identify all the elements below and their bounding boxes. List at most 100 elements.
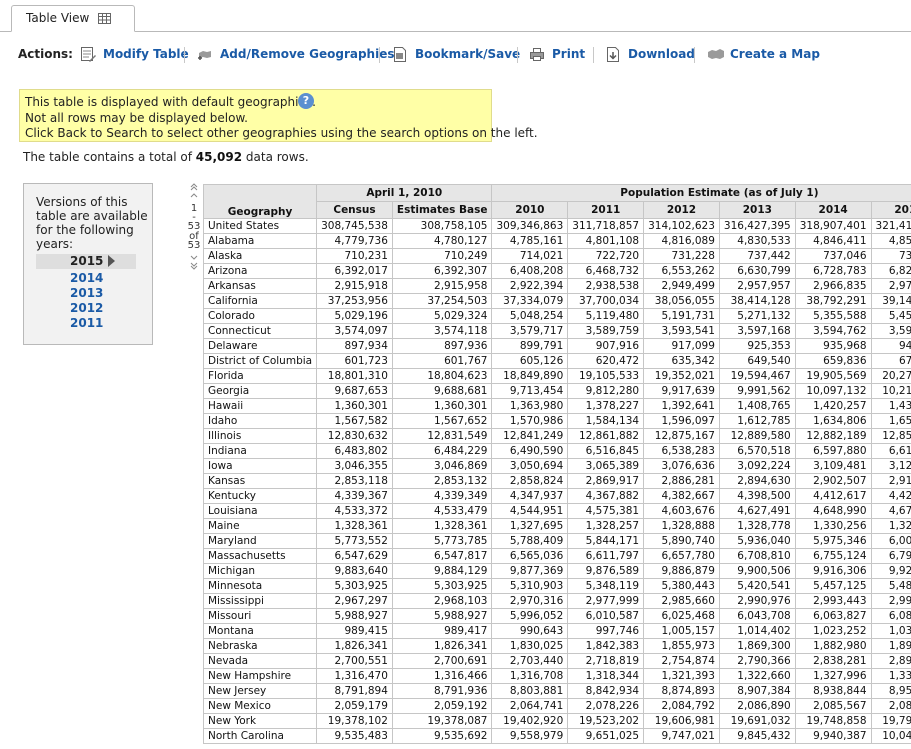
- value-cell: 6,794,422: [870, 548, 911, 564]
- default-geographies-notice: This table is displayed with default geo…: [19, 89, 538, 142]
- value-cell: 12,875,167: [643, 428, 720, 444]
- geography-cell: Delaware: [202, 338, 318, 354]
- value-cell: 1,634,806: [794, 413, 872, 429]
- value-cell: 5,380,443: [643, 578, 720, 594]
- value-cell: 649,540: [718, 353, 796, 369]
- value-cell: 672,228: [870, 353, 911, 369]
- value-cell: 2,838,281: [794, 653, 872, 669]
- value-cell: 620,472: [567, 353, 645, 369]
- bookmark-icon: [394, 47, 406, 62]
- value-cell: 1,316,466: [391, 668, 493, 684]
- value-cell: 9,886,879: [643, 563, 720, 579]
- value-cell: 3,092,224: [718, 458, 796, 474]
- geography-cell: Montana: [202, 623, 318, 639]
- value-cell: 12,830,632: [316, 428, 393, 444]
- bookmark-save-label: Bookmark/Save: [415, 47, 521, 61]
- value-cell: 1,882,980: [794, 638, 872, 654]
- tab-label: Table View: [26, 11, 90, 25]
- geography-cell: Alabama: [202, 233, 318, 249]
- value-cell: 3,589,759: [567, 323, 645, 339]
- year-link-2013[interactable]: 2013: [70, 286, 103, 300]
- geography-cell: Mississippi: [202, 593, 318, 609]
- col-header-2015[interactable]: 2015: [870, 201, 911, 219]
- col-header-2012[interactable]: 2012: [643, 201, 720, 219]
- print-icon: [530, 48, 544, 61]
- value-cell: 2,703,440: [491, 653, 569, 669]
- value-cell: 1,360,301: [391, 398, 493, 414]
- col-header-2013[interactable]: 2013: [718, 201, 796, 219]
- download-label: Download: [628, 47, 695, 61]
- col-header-2011[interactable]: 2011: [567, 201, 645, 219]
- first-page-icon[interactable]: [190, 183, 198, 191]
- value-cell: 19,105,533: [567, 368, 645, 384]
- value-cell: 2,084,792: [643, 698, 720, 714]
- value-cell: 5,890,740: [643, 533, 720, 549]
- value-cell: 737,046: [794, 248, 872, 264]
- col-header-2014[interactable]: 2014: [794, 201, 872, 219]
- col-header-2010[interactable]: 2010: [491, 201, 569, 219]
- table-row: New Mexico 2,059,179 2,059,192 2,064,741 2,0…: [202, 698, 911, 714]
- table-row: Illinois 12,830,632 12,831,549 12,841,249 12…: [202, 428, 911, 444]
- value-cell: 8,791,894: [316, 683, 393, 699]
- value-cell: 12,889,580: [718, 428, 796, 444]
- next-page-icon[interactable]: [190, 254, 198, 262]
- value-cell: 2,700,551: [316, 653, 393, 669]
- value-cell: 9,535,483: [316, 728, 393, 744]
- grid-icon: [98, 13, 111, 24]
- value-cell: 2,938,538: [567, 278, 645, 294]
- value-cell: 314,102,623: [643, 218, 720, 234]
- year-link-2011[interactable]: 2011: [70, 316, 103, 330]
- value-cell: 2,966,835: [794, 278, 872, 294]
- value-cell: 2,890,845: [870, 653, 911, 669]
- help-icon[interactable]: ?: [298, 93, 314, 109]
- value-cell: 8,803,881: [491, 683, 569, 699]
- value-cell: 9,877,369: [491, 563, 569, 579]
- value-cell: 2,085,567: [794, 698, 872, 714]
- value-cell: 6,538,283: [643, 443, 720, 459]
- year-link-2014[interactable]: 2014: [70, 271, 103, 285]
- value-cell: 12,859,995: [870, 428, 911, 444]
- table-row: New Hampshire 1,316,470 1,316,466 1,316,708…: [202, 668, 911, 684]
- value-cell: 1,321,393: [643, 668, 720, 684]
- value-cell: 4,779,736: [316, 233, 393, 249]
- value-cell: 6,570,518: [718, 443, 796, 459]
- table-row: Arizona 6,392,017 6,392,307 6,408,208 6,468,…: [202, 263, 911, 279]
- value-cell: 10,042,802: [870, 728, 911, 744]
- value-cell: 714,021: [491, 248, 569, 264]
- geography-cell: Illinois: [202, 428, 318, 444]
- last-page-icon[interactable]: [190, 262, 198, 270]
- value-cell: 2,059,179: [316, 698, 393, 714]
- value-cell: 3,579,717: [491, 323, 569, 339]
- geography-cell: Kentucky: [202, 488, 318, 504]
- table-row: District of Columbia 601,723 601,767 605,12…: [202, 353, 911, 369]
- year-link-2012[interactable]: 2012: [70, 301, 103, 315]
- value-cell: 1,584,134: [567, 413, 645, 429]
- col-header-geography[interactable]: Geography: [202, 184, 318, 219]
- divider: [694, 47, 695, 63]
- value-cell: 917,099: [643, 338, 720, 354]
- value-cell: 1,327,996: [794, 668, 872, 684]
- value-cell: 8,791,936: [391, 683, 493, 699]
- table-row: Kentucky 4,339,367 4,339,349 4,347,937 4,367…: [202, 488, 911, 504]
- value-cell: 19,795,791: [870, 713, 911, 729]
- value-cell: 9,535,692: [391, 728, 493, 744]
- geography-cell: Georgia: [202, 383, 318, 399]
- value-cell: 605,126: [491, 353, 569, 369]
- value-cell: 1,420,257: [794, 398, 872, 414]
- tab-table-view[interactable]: Table View: [11, 5, 135, 32]
- value-cell: 5,310,903: [491, 578, 569, 594]
- previous-page-icon[interactable]: [190, 191, 198, 199]
- col-header-estimates-base[interactable]: Estimates Base: [391, 201, 493, 219]
- value-cell: 5,420,541: [718, 578, 796, 594]
- col-header-census[interactable]: Census: [316, 201, 393, 219]
- value-cell: 2,978,204: [870, 278, 911, 294]
- value-cell: 9,651,025: [567, 728, 645, 744]
- value-cell: 2,957,957: [718, 278, 796, 294]
- value-cell: 19,378,087: [391, 713, 493, 729]
- total-suffix: data rows.: [242, 150, 309, 164]
- value-cell: 2,085,109: [870, 698, 911, 714]
- value-cell: 18,849,890: [491, 368, 569, 384]
- actions-label: Actions:: [18, 47, 73, 61]
- value-cell: 18,801,310: [316, 368, 393, 384]
- value-cell: 2,977,999: [567, 593, 645, 609]
